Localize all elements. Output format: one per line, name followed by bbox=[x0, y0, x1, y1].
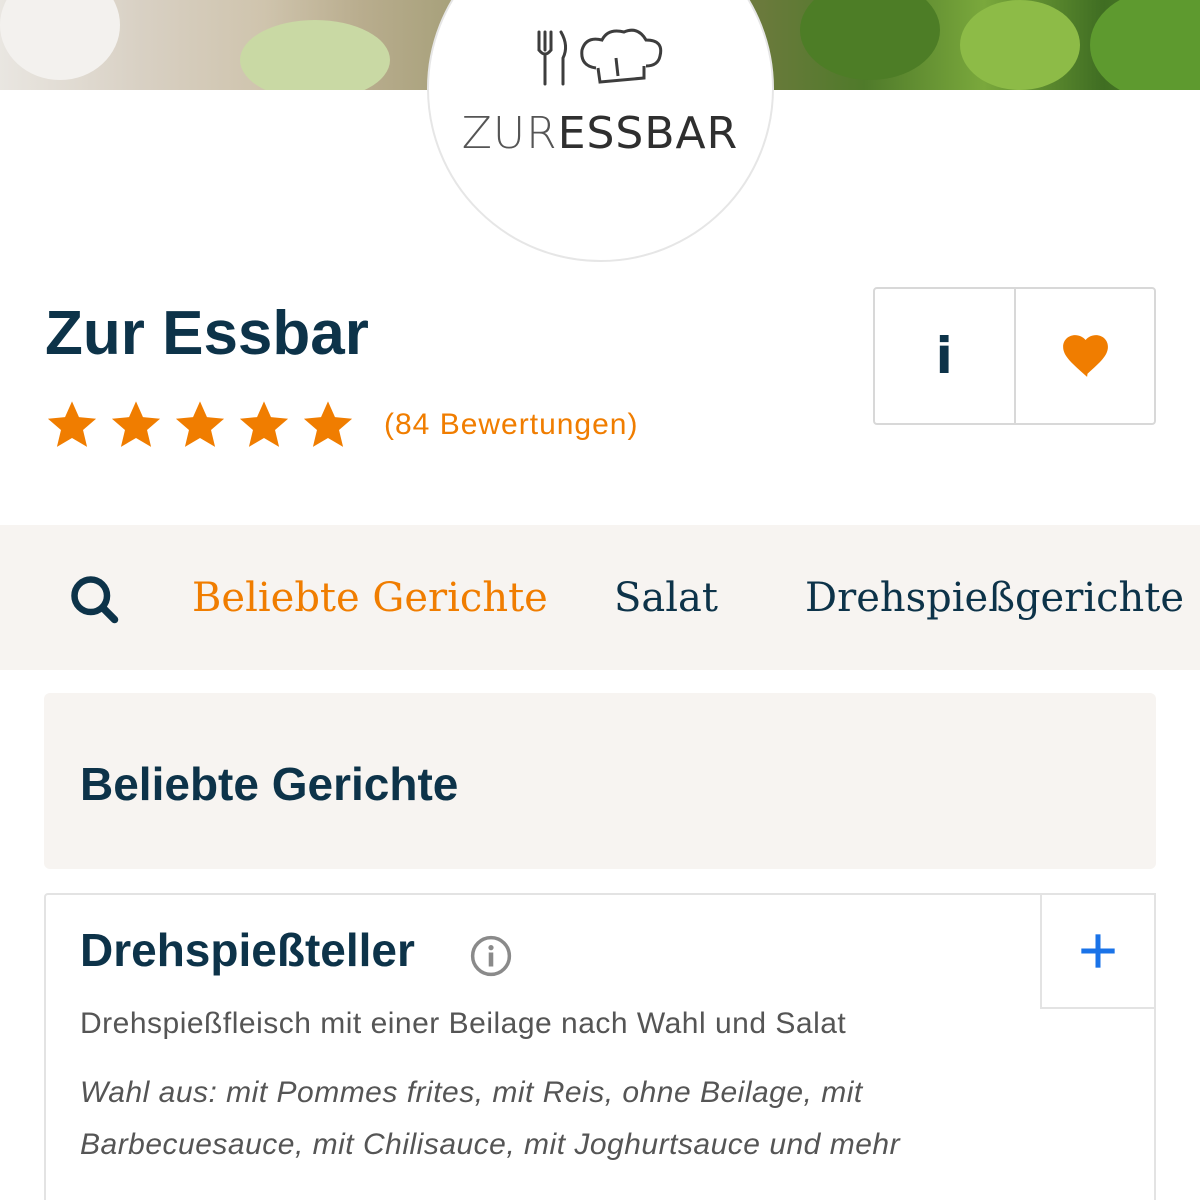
search-icon[interactable] bbox=[68, 573, 120, 625]
dish-options: Wahl aus: mit Pommes frites, mit Reis, o… bbox=[80, 1076, 901, 1161]
dish-description: Drehspießfleisch mit einer Beilage nach … bbox=[80, 1007, 847, 1040]
heart-icon bbox=[1062, 335, 1108, 377]
rating-stars bbox=[45, 398, 355, 452]
tab-drehspiessgerichte[interactable]: Drehspießgerichte bbox=[805, 575, 1184, 621]
logo-text-bold: ESSBAR bbox=[557, 108, 739, 159]
tab-salat[interactable]: Salat bbox=[614, 575, 718, 621]
dish-info-icon[interactable] bbox=[470, 935, 512, 977]
star-icon bbox=[303, 401, 353, 447]
info-button[interactable]: i bbox=[875, 289, 1014, 423]
star-icon bbox=[111, 401, 161, 447]
chef-hat-icon bbox=[576, 28, 666, 91]
category-nav: Beliebte Gerichte Salat Drehspießgericht… bbox=[0, 525, 1200, 670]
dish-card[interactable]: Drehspießteller Drehspießfleisch mit ein… bbox=[44, 893, 1156, 1200]
info-icon: i bbox=[935, 327, 953, 385]
section-title: Beliebte Gerichte bbox=[80, 758, 459, 810]
star-icon bbox=[47, 401, 97, 447]
plus-icon bbox=[1081, 934, 1115, 968]
logo-wordmark: ZURESSBAR bbox=[460, 108, 740, 159]
restaurant-actions: i bbox=[873, 287, 1156, 425]
add-to-cart-button[interactable] bbox=[1040, 893, 1156, 1009]
favorite-button[interactable] bbox=[1013, 289, 1155, 423]
restaurant-name: Zur Essbar bbox=[45, 299, 369, 368]
section-header: Beliebte Gerichte bbox=[44, 693, 1156, 869]
reviews-link[interactable]: (84 Bewertungen) bbox=[384, 408, 638, 442]
dish-name: Drehspießteller bbox=[80, 924, 415, 976]
star-icon bbox=[175, 401, 225, 447]
star-icon bbox=[239, 401, 289, 447]
logo-text-light: ZUR bbox=[461, 108, 558, 159]
tab-beliebte-gerichte[interactable]: Beliebte Gerichte bbox=[192, 575, 548, 621]
